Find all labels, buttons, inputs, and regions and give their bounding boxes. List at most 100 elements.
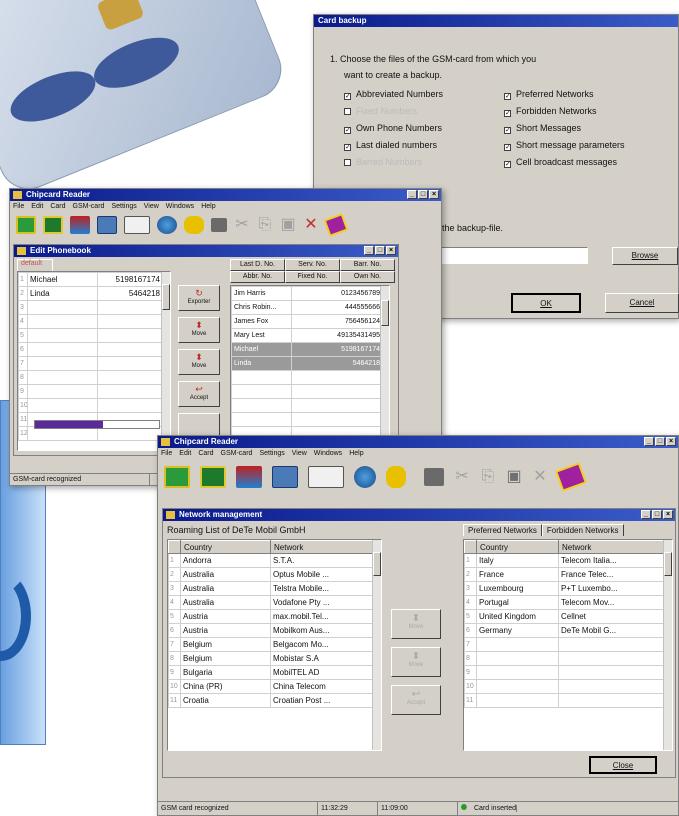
backup-option[interactable]: ✓ Last dialed numbers (344, 140, 504, 151)
phonebook-action-button[interactable]: ⬍ Move (178, 349, 220, 375)
list-item[interactable] (231, 398, 383, 413)
table-row[interactable]: 9 Bulgaria MobilTEL AD (168, 665, 373, 680)
menu-item[interactable]: View (144, 201, 159, 212)
delete-icon[interactable]: ✕ (303, 216, 319, 234)
table-row[interactable]: 2 Australia Optus Mobile ... (168, 567, 373, 582)
phone-icon[interactable] (308, 466, 344, 488)
table-row[interactable]: 10 (464, 679, 664, 694)
sim-read-icon[interactable] (164, 466, 190, 488)
menu-item[interactable]: File (161, 448, 172, 459)
table-row[interactable]: 4 Australia Vodafone Pty ... (168, 595, 373, 610)
close-icon[interactable]: × (666, 437, 676, 446)
menu-item[interactable]: Edit (31, 201, 43, 212)
backup-option[interactable]: ✓ Cell broadcast messages (504, 157, 674, 168)
list-item[interactable]: Chris Robin... 444555666 (231, 300, 383, 315)
cut-icon[interactable]: ✂ (234, 216, 250, 234)
minimize-icon[interactable]: _ (644, 437, 654, 446)
checkbox-icon[interactable]: ✓ (504, 144, 511, 151)
coin-icon[interactable] (184, 216, 204, 234)
tab-default[interactable]: default (17, 259, 53, 271)
list-item[interactable] (231, 370, 383, 385)
tab-forbidden-networks[interactable]: Forbidden Networks (541, 524, 624, 536)
phonebook-tab[interactable]: Abbr. No. (230, 271, 285, 283)
keyboard-icon[interactable] (97, 216, 117, 234)
menu-item[interactable]: View (292, 448, 307, 459)
table-row[interactable]: 8 (464, 651, 664, 666)
table-row[interactable]: 11 (464, 693, 664, 708)
backup-option[interactable]: ✓ Forbidden Networks (504, 106, 674, 117)
phonebook-action-button[interactable]: ↻ Exporter (178, 285, 220, 311)
phonebook-scrollbar[interactable] (161, 272, 170, 450)
table-row[interactable]: 1 Andorra S.T.A. (168, 553, 373, 568)
paste-icon[interactable]: ▣ (506, 468, 522, 486)
table-row[interactable]: 7 (18, 356, 163, 371)
table-row[interactable]: 3 Luxembourg P+T Luxembo... (464, 581, 664, 596)
tab-preferred-networks[interactable]: Preferred Networks (463, 524, 542, 536)
table-row[interactable]: 6 (18, 342, 163, 357)
table-row[interactable]: 4 (18, 314, 163, 329)
table-row[interactable]: 10 (18, 398, 163, 413)
table-row[interactable]: 6 Austria Mobilkom Aus... (168, 623, 373, 638)
checkbox-icon[interactable]: ✓ (504, 161, 511, 168)
checkbox-icon[interactable]: ✓ (504, 93, 511, 100)
printer-icon[interactable] (211, 218, 227, 232)
table-row[interactable]: 3 Australia Telstra Mobile... (168, 581, 373, 596)
delete-icon[interactable]: ✕ (532, 468, 548, 486)
list-item[interactable]: Michael 5198167174 (231, 342, 383, 357)
menu-item[interactable]: GSM-card (221, 448, 253, 459)
menu-item[interactable]: Card (198, 448, 213, 459)
list-item[interactable]: James Fox 756456124 (231, 314, 383, 329)
backup-option[interactable]: ✓ Short message parameters (504, 140, 674, 151)
menu-item[interactable]: Help (201, 201, 215, 212)
keyboard-icon[interactable] (272, 466, 298, 488)
phone-icon[interactable] (124, 216, 150, 234)
printer-icon[interactable] (424, 468, 444, 486)
phonebook-action-button[interactable]: ⬍ Move (178, 317, 220, 343)
coin-icon[interactable] (386, 466, 406, 488)
menu-item[interactable]: Help (349, 448, 363, 459)
list-item[interactable]: Linda 5464218 (231, 356, 383, 371)
phonebook-tab[interactable]: Last D. No. (230, 259, 285, 271)
checkbox-icon[interactable]: ✓ (344, 144, 351, 151)
minimize-icon[interactable]: _ (641, 510, 651, 519)
close-button[interactable]: Close (589, 756, 657, 774)
network-move-button[interactable]: ↩ Accept (391, 685, 441, 715)
preferred-scrollbar[interactable] (663, 540, 672, 750)
maximize-icon[interactable]: □ (375, 246, 385, 255)
network-move-button[interactable]: ⬍ Move (391, 647, 441, 677)
maximize-icon[interactable]: □ (655, 437, 665, 446)
menu-item[interactable]: Edit (179, 448, 191, 459)
list-item[interactable] (231, 384, 383, 399)
sim-read-icon[interactable] (16, 216, 36, 234)
minimize-icon[interactable]: _ (407, 190, 417, 199)
phonebook-tab[interactable]: Serv. No. (285, 259, 340, 271)
backup-option[interactable]: ✓ Preferred Networks (504, 89, 674, 100)
globe-icon[interactable] (354, 466, 376, 488)
backup-option[interactable]: ✓ Short Messages (504, 123, 674, 134)
close-icon[interactable]: × (663, 510, 673, 519)
paste-icon[interactable]: ▣ (280, 216, 296, 234)
maximize-icon[interactable]: □ (652, 510, 662, 519)
table-row[interactable]: 9 (18, 384, 163, 399)
checkbox-icon[interactable] (344, 108, 351, 115)
table-row[interactable]: 9 (464, 665, 664, 680)
list-item[interactable] (231, 412, 383, 427)
menu-item[interactable]: Settings (111, 201, 136, 212)
checkbox-icon[interactable]: ✓ (504, 110, 511, 117)
checkbox-icon[interactable]: ✓ (344, 127, 351, 134)
sim-write-icon[interactable] (200, 466, 226, 488)
backup-option[interactable]: Barred Numbers (344, 157, 504, 168)
maximize-icon[interactable]: □ (418, 190, 428, 199)
table-row[interactable]: 5 (18, 328, 163, 343)
backup-file-path-input[interactable] (438, 247, 588, 264)
cut-icon[interactable]: ✂ (454, 468, 470, 486)
browse-button[interactable]: Browse (612, 247, 678, 265)
close-icon[interactable]: × (429, 190, 439, 199)
menu-item[interactable]: Windows (166, 201, 194, 212)
copy-icon[interactable]: ⎘ (480, 468, 496, 486)
roaming-scrollbar[interactable] (372, 540, 381, 750)
table-row[interactable]: 8 (18, 370, 163, 385)
table-row[interactable]: 7 (464, 637, 664, 652)
close-icon[interactable]: × (386, 246, 396, 255)
phonebook-tab[interactable]: Own No. (340, 271, 395, 283)
